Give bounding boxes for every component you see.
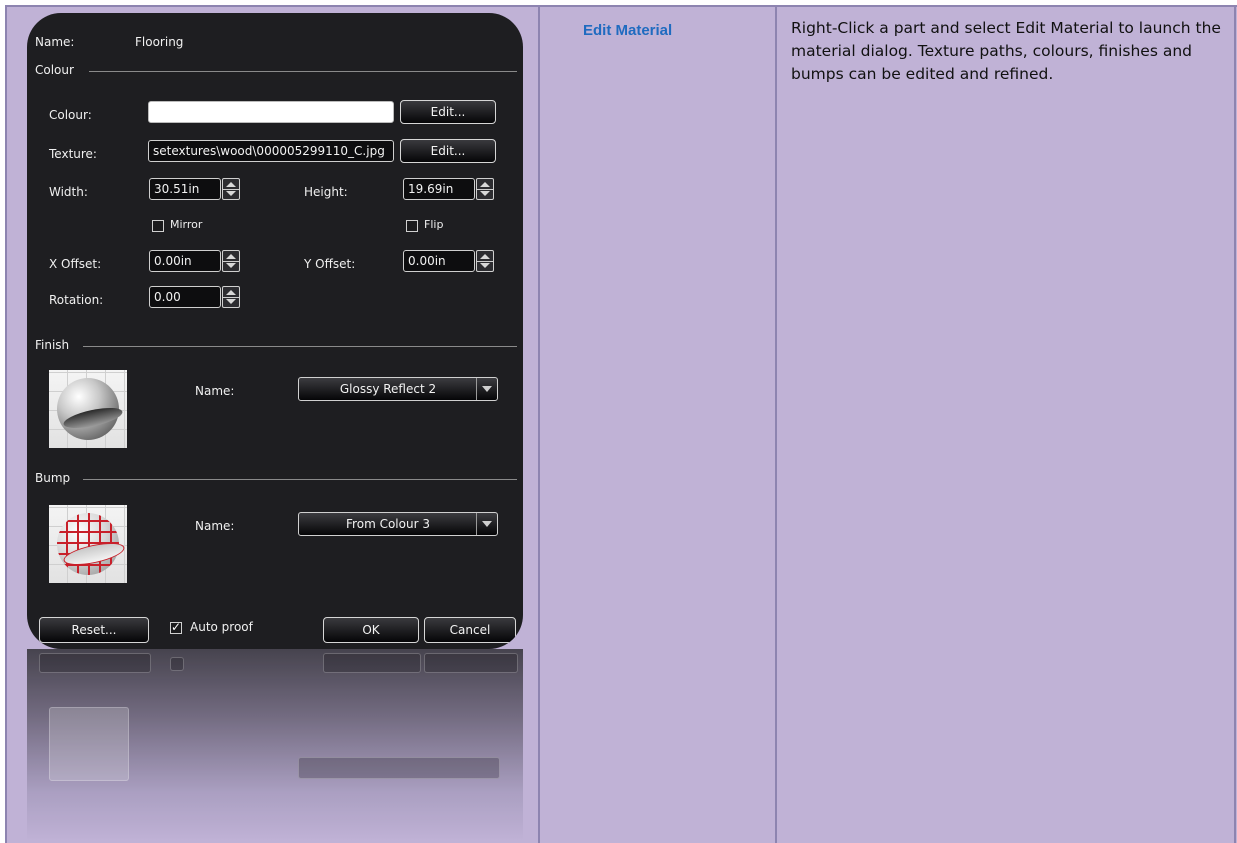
section-title: Edit Material	[583, 22, 673, 39]
colour-section-divider	[89, 71, 517, 72]
texture-edit-button[interactable]: Edit...	[400, 139, 496, 163]
finish-name-label: Name:	[195, 384, 235, 398]
table-border-right	[1234, 5, 1236, 843]
height-input[interactable]: 19.69in	[403, 178, 475, 200]
finish-preview-image	[49, 370, 127, 448]
x-offset-input[interactable]: 0.00in	[149, 250, 221, 272]
height-label: Height:	[304, 185, 348, 199]
bump-name-label: Name:	[195, 519, 235, 533]
bump-section-label: Bump	[35, 471, 71, 485]
bump-preview-image	[49, 505, 127, 583]
section-description: Right-Click a part and select Edit Mater…	[791, 19, 1221, 83]
reflected-cancel-button	[424, 653, 518, 673]
table-border-top	[5, 5, 1237, 7]
reset-button[interactable]: Reset...	[39, 617, 149, 643]
finish-dropdown[interactable]: Glossy Reflect 2	[298, 377, 498, 401]
x-offset-label: X Offset:	[49, 257, 102, 271]
rotation-input[interactable]: 0.00	[149, 286, 221, 308]
flip-checkbox[interactable]	[406, 220, 418, 232]
mirror-checkbox[interactable]	[152, 220, 164, 232]
cancel-button[interactable]: Cancel	[424, 617, 516, 643]
material-name: Flooring	[135, 35, 184, 49]
finish-section-label: Finish	[35, 338, 70, 352]
column-divider-1	[538, 5, 540, 843]
colour-label: Colour:	[49, 108, 92, 122]
flip-label: Flip	[424, 218, 444, 231]
y-offset-label: Y Offset:	[304, 257, 356, 271]
reflected-checkbox	[170, 657, 184, 671]
reflected-bump-dropdown	[298, 757, 500, 779]
chevron-down-icon[interactable]	[476, 513, 497, 535]
bump-dropdown[interactable]: From Colour 3	[298, 512, 498, 536]
edit-material-dialog: Name: Flooring Colour Colour: Edit... Te…	[27, 13, 523, 649]
width-input[interactable]: 30.51in	[149, 178, 221, 200]
texture-label: Texture:	[49, 147, 97, 161]
document-table: Edit Material Right-Click a part and sel…	[5, 5, 1237, 843]
dialog-reflection	[27, 649, 523, 841]
column-divider-2	[775, 5, 777, 843]
texture-path-input[interactable]: setextures\wood\000005299110_C.jpg	[148, 140, 394, 162]
reflected-bump-preview	[49, 707, 129, 781]
y-offset-input[interactable]: 0.00in	[403, 250, 475, 272]
rotation-label: Rotation:	[49, 293, 104, 307]
width-label: Width:	[49, 185, 88, 199]
auto-proof-checkbox[interactable]	[170, 620, 182, 634]
reflected-ok-button	[323, 653, 421, 673]
finish-section-divider	[83, 346, 517, 347]
chevron-down-icon[interactable]	[476, 378, 497, 400]
ok-button[interactable]: OK	[323, 617, 419, 643]
rotation-spinner[interactable]	[222, 286, 240, 308]
mirror-label: Mirror	[170, 218, 203, 231]
auto-proof-label: Auto proof	[190, 620, 253, 634]
colour-edit-button[interactable]: Edit...	[400, 100, 496, 124]
colour-swatch-field[interactable]	[148, 101, 394, 123]
colour-section-label: Colour	[35, 63, 74, 77]
finish-dropdown-value: Glossy Reflect 2	[339, 382, 437, 396]
bump-section-divider	[83, 479, 517, 480]
table-border-left	[5, 5, 7, 843]
name-label: Name:	[35, 35, 75, 49]
width-spinner[interactable]	[222, 178, 240, 200]
height-spinner[interactable]	[476, 178, 494, 200]
x-offset-spinner[interactable]	[222, 250, 240, 272]
reflected-reset-button	[39, 653, 151, 673]
y-offset-spinner[interactable]	[476, 250, 494, 272]
bump-dropdown-value: From Colour 3	[346, 517, 430, 531]
